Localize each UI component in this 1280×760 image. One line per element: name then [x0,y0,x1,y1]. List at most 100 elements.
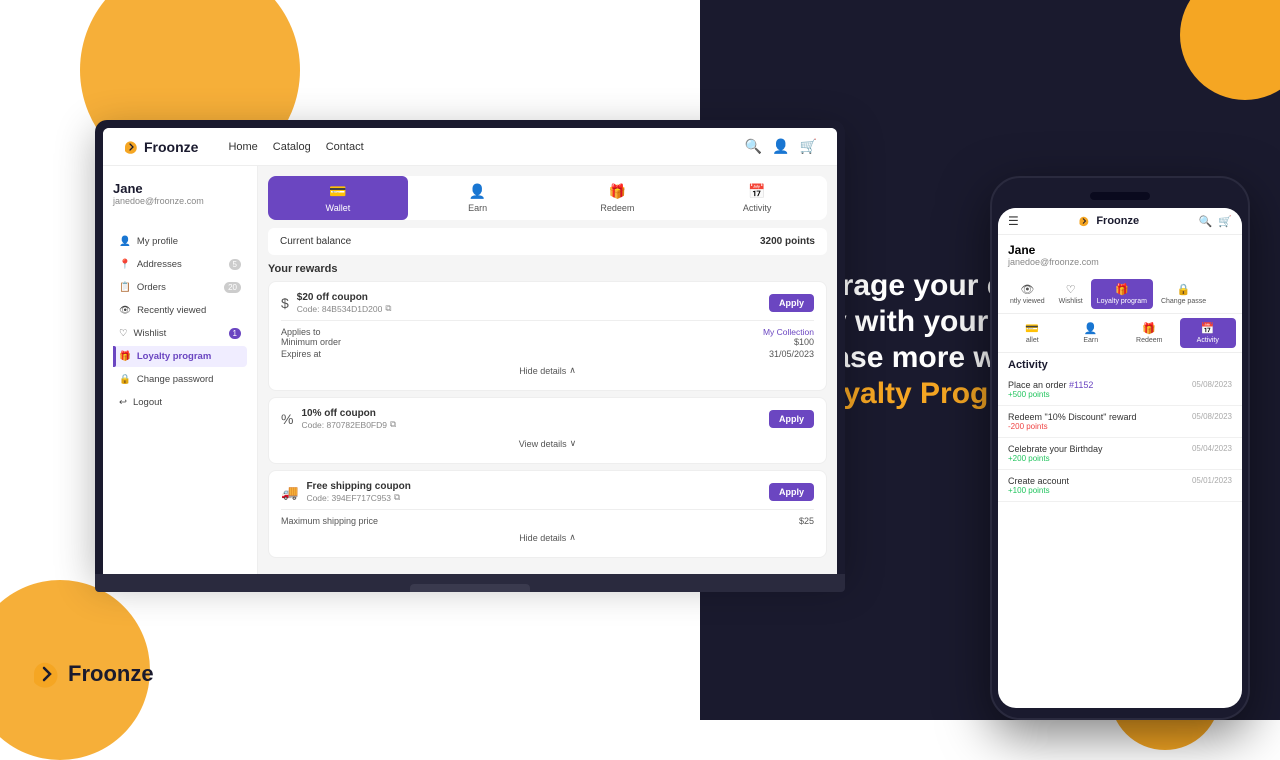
copy-icon-2[interactable]: ⧉ [390,419,396,430]
phone-logo: Froonze [1019,215,1199,227]
froonze-logo-icon-bottom [30,658,62,690]
orders-icon: 📋 [119,282,131,293]
notch-bar [1090,192,1150,200]
activity-tab-icon: 📅 [748,183,765,200]
user-icon[interactable]: 👤 [772,138,789,155]
user-info: Jane janedoe@froonze.com [113,181,247,216]
sidebar-item-wishlist[interactable]: ♡ Wishlist 1 [113,323,247,344]
wallet-tab-icon: 💳 [329,183,346,200]
activity-item-2: Celebrate your Birthday +200 points 05/0… [998,438,1242,470]
tab-wallet[interactable]: 💳 Wallet [268,176,408,220]
profile-icon: 👤 [119,236,131,247]
nav-link-contact[interactable]: Contact [326,141,364,153]
sidebar: Jane janedoe@froonze.com 👤 My profile 📍 … [103,166,258,574]
balance-label: Current balance [280,236,351,247]
phone-tab2-activity[interactable]: 📅 Activity [1180,318,1237,348]
sidebar-item-change-password[interactable]: 🔒 Change password [113,369,247,390]
sidebar-item-profile[interactable]: 👤 My profile [113,231,247,252]
coupon-1-left: $ $20 off coupon Code: 84B534D1D200 ⧉ [281,292,391,314]
earn-tab-icon: 👤 [469,183,486,200]
redeem-tab-icon: 🎁 [609,183,626,200]
coupon-2-apply-button[interactable]: Apply [769,410,814,428]
coupon-3-apply-button[interactable]: Apply [769,483,814,501]
order-link-0[interactable]: #1152 [1069,380,1093,390]
activity-points-2: +200 points [1008,454,1103,463]
sidebar-item-recently-viewed[interactable]: 👁 Recently viewed [113,300,247,321]
phone-wallet-icon: 💳 [1025,322,1039,335]
copy-icon[interactable]: ⧉ [385,303,391,314]
shipping-icon: 🚚 [281,484,298,501]
phone-tab-wishlist[interactable]: ♡ Wishlist [1053,279,1089,309]
sidebar-menu: 👤 My profile 📍 Addresses 5 📋 Orders [113,231,247,413]
phone-mockup: ☰ Froonze 🔍 🛒 Jane [990,176,1250,720]
chevron-up-icon-3: ∧ [569,532,576,543]
phone-tab2-earn[interactable]: 👤 Earn [1063,318,1120,348]
coupon-1-hide-details[interactable]: Hide details ∧ [281,361,814,380]
sidebar-item-loyalty[interactable]: 🎁 Loyalty program [113,346,247,367]
tab-redeem-label: Redeem [600,203,634,213]
orders-badge: 20 [224,282,241,293]
phone-eye-icon: 👁 [1020,283,1034,296]
coupon-2-title: 10% off coupon [301,408,396,419]
phone-tab2-activity-label: Activity [1197,337,1219,344]
phone-notch [998,188,1242,204]
tab-earn-label: Earn [468,203,487,213]
coupon-3-hide-details[interactable]: Hide details ∧ [281,528,814,547]
phone-cart-icon[interactable]: 🛒 [1218,215,1232,228]
percent-icon: % [281,411,293,427]
balance-value: 3200 points [760,236,815,247]
coupon-2-view-details[interactable]: View details ∨ [281,434,814,453]
coupon-1-header: $ $20 off coupon Code: 84B534D1D200 ⧉ [281,292,814,314]
phone-tab-recently[interactable]: 👁 ntly viewed [1004,279,1051,309]
phone-search-icon[interactable]: 🔍 [1199,215,1213,228]
nav-links: Home Catalog Contact [228,141,363,153]
phone-heart-icon: ♡ [1066,283,1076,296]
phone-redeem-icon: 🎁 [1142,322,1156,335]
sidebar-item-label: Addresses [137,259,182,270]
decorative-circle-top-right [1180,0,1280,100]
main-content: Jane janedoe@froonze.com 👤 My profile 📍 … [103,166,837,574]
my-collection-link[interactable]: My Collection [763,327,814,337]
phone-activity-icon: 📅 [1201,322,1215,335]
copy-icon-3[interactable]: ⧉ [394,492,400,503]
phone-menu-icon[interactable]: ☰ [1008,214,1019,228]
loyalty-icon: 🎁 [119,351,131,362]
addresses-icon: 📍 [119,259,131,270]
bottom-logo: Froonze [30,658,154,690]
search-icon[interactable]: 🔍 [745,138,762,155]
sidebar-item-label: Logout [133,397,162,408]
coupon-1-applies-to: Applies to My Collection [281,327,814,337]
phone-user-name: Jane [1008,243,1232,257]
cart-icon[interactable]: 🛒 [800,138,817,155]
phone-nav-icons: 🔍 🛒 [1199,215,1232,228]
phone-earn-icon: 👤 [1084,322,1098,335]
coupon-1-code: Code: 84B534D1D200 ⧉ [297,303,392,314]
coupon-1-apply-button[interactable]: Apply [769,294,814,312]
nav-link-home[interactable]: Home [228,141,257,153]
sidebar-item-logout[interactable]: ↩ Logout [113,392,247,413]
phone-tab-change-pass[interactable]: 🔒 Change passe [1155,279,1212,309]
tab-redeem[interactable]: 🎁 Redeem [548,176,688,220]
tab-activity[interactable]: 📅 Activity [687,176,827,220]
activity-item-3: Create account +100 points 05/01/2023 [998,470,1242,502]
loyalty-tabs: 💳 Wallet 👤 Earn 🎁 Redeem [268,176,827,220]
balance-row: Current balance 3200 points [268,228,827,255]
phone-tab2-label: Wishlist [1059,298,1083,305]
phone-tab2-wallet-label: allet [1026,337,1039,344]
activity-points-0: +500 points [1008,390,1093,399]
phone-tab2-redeem[interactable]: 🎁 Redeem [1121,318,1178,348]
activity-item-1: Redeem "10% Discount" reward -200 points… [998,406,1242,438]
laptop-base [95,574,845,592]
sidebar-item-orders[interactable]: 📋 Orders 20 [113,277,247,298]
sidebar-item-addresses[interactable]: 📍 Addresses 5 [113,254,247,275]
phone-user-email: janedoe@froonze.com [1008,257,1232,267]
sidebar-item-label: Orders [137,282,166,293]
tab-earn[interactable]: 👤 Earn [408,176,548,220]
chevron-down-icon: ∨ [570,438,577,449]
nav-logo-text: Froonze [144,139,198,155]
phone-tab-loyalty[interactable]: 🎁 Loyalty program [1091,279,1153,309]
activity-title-3: Create account [1008,476,1069,486]
sidebar-user-name: Jane [113,181,247,196]
nav-link-catalog[interactable]: Catalog [273,141,311,153]
phone-tab2-wallet[interactable]: 💳 allet [1004,318,1061,348]
